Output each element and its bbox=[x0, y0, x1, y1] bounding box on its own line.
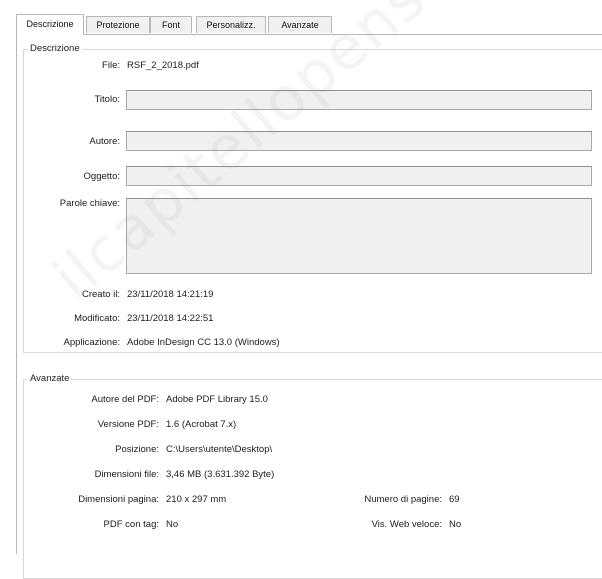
modified-label: Modificato: bbox=[74, 313, 120, 324]
application-label: Applicazione: bbox=[63, 337, 120, 348]
tab-protezione[interactable]: Protezione bbox=[86, 16, 150, 33]
modified-value: 23/11/2018 14:22:51 bbox=[127, 313, 214, 324]
version-value: 1.6 (Acrobat 7.x) bbox=[166, 419, 237, 430]
location-value: C:\Users\utente\Desktop\ bbox=[166, 444, 273, 455]
description-group: Descrizione File: RSF_2_2018.pdf Titolo:… bbox=[23, 43, 602, 353]
pagesize-label: Dimensioni pagina: bbox=[78, 494, 159, 505]
tagged-label: PDF con tag: bbox=[103, 519, 159, 530]
created-value: 23/11/2018 14:21:19 bbox=[127, 289, 214, 300]
location-label: Posizione: bbox=[115, 444, 159, 455]
file-label: File: bbox=[102, 60, 120, 71]
subject-field[interactable] bbox=[126, 166, 592, 186]
fastweb-label: Vis. Web veloce: bbox=[371, 519, 442, 530]
file-value: RSF_2_2018.pdf bbox=[127, 60, 199, 71]
advanced-group-title: Avanzate bbox=[28, 373, 72, 384]
author-field[interactable] bbox=[126, 131, 592, 151]
title-label: Titolo: bbox=[94, 94, 120, 105]
application-value: Adobe InDesign CC 13.0 (Windows) bbox=[127, 337, 280, 348]
title-field[interactable] bbox=[126, 90, 592, 110]
filesize-label: Dimensioni file: bbox=[94, 469, 159, 480]
created-label: Creato il: bbox=[81, 289, 120, 300]
keywords-label: Parole chiave: bbox=[59, 198, 120, 209]
version-label: Versione PDF: bbox=[97, 419, 159, 430]
pagesize-value: 210 x 297 mm bbox=[166, 494, 227, 505]
pagecount-value: 69 bbox=[449, 494, 460, 505]
filesize-value: 3,46 MB (3.631.392 Byte) bbox=[166, 469, 275, 480]
description-group-title: Descrizione bbox=[28, 43, 82, 54]
fastweb-value: No bbox=[449, 519, 462, 530]
tab-descrizione[interactable]: Descrizione bbox=[16, 14, 84, 35]
advanced-group: Avanzate Autore del PDF: Adobe PDF Libra… bbox=[23, 373, 602, 579]
tab-font[interactable]: Font bbox=[150, 16, 192, 33]
author-label: Autore: bbox=[89, 136, 120, 147]
tab-panel: Descrizione File: RSF_2_2018.pdf Titolo:… bbox=[16, 34, 602, 579]
tab-personalizz[interactable]: Personalizz. bbox=[196, 16, 266, 33]
subject-label: Oggetto: bbox=[83, 171, 120, 182]
producer-value: Adobe PDF Library 15.0 bbox=[166, 394, 268, 405]
producer-label: Autore del PDF: bbox=[91, 394, 159, 405]
keywords-field[interactable] bbox=[126, 198, 592, 274]
pagecount-label: Numero di pagine: bbox=[364, 494, 442, 505]
tagged-value: No bbox=[166, 519, 179, 530]
tab-avanzate[interactable]: Avanzate bbox=[268, 16, 332, 33]
